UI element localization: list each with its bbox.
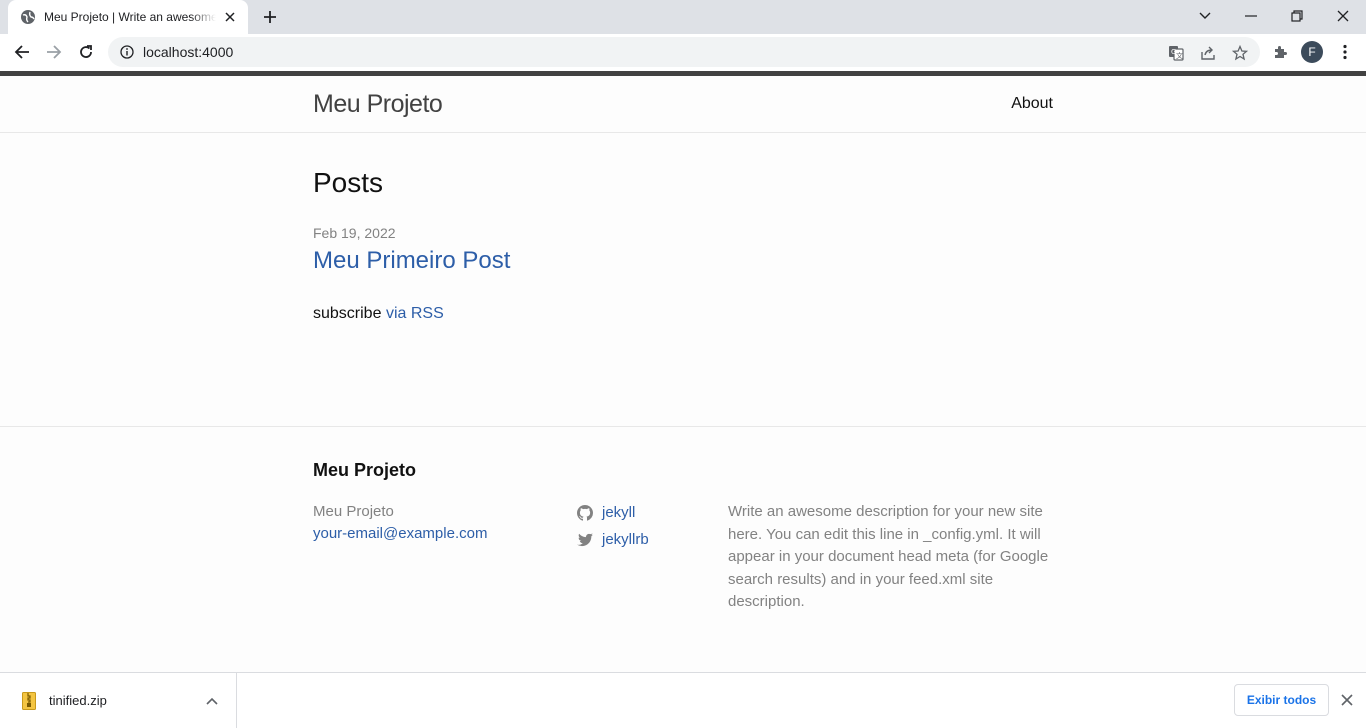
download-item[interactable]: tinified.zip [0, 673, 237, 728]
profile-avatar[interactable]: F [1301, 41, 1323, 63]
subscribe-text: subscribe [313, 305, 382, 322]
globe-icon [20, 9, 36, 25]
footer-contact: Meu Projeto your-email@example.com [313, 501, 487, 545]
close-window-icon[interactable] [1320, 0, 1366, 32]
footer-social: jekyll jekyllrb [576, 499, 649, 553]
back-icon[interactable] [8, 38, 36, 66]
twitter-item: jekyllrb [576, 526, 649, 553]
site-description: Write an awesome description for your ne… [728, 503, 1049, 610]
post-title-link[interactable]: Meu Primeiro Post [313, 247, 1053, 275]
post-date: Feb 19, 2022 [313, 225, 396, 241]
close-shelf-icon[interactable] [1336, 689, 1358, 711]
tab-strip: Meu Projeto | Write an awesome descripti… [0, 0, 1366, 34]
main-content: Posts Feb 19, 2022 Meu Primeiro Post sub… [313, 167, 1053, 323]
site-info-icon[interactable] [119, 44, 135, 60]
restore-icon[interactable] [1274, 0, 1320, 32]
rss-link[interactable]: via RSS [386, 305, 444, 322]
reload-icon[interactable] [72, 38, 100, 66]
svg-text:文: 文 [1176, 51, 1183, 60]
site-header: Meu Projeto About [0, 76, 1366, 133]
download-shelf: tinified.zip Exibir todos [0, 672, 1366, 728]
nav-about-link[interactable]: About [1011, 95, 1053, 113]
menu-kebab-icon[interactable] [1331, 38, 1359, 66]
tab-title: Meu Projeto | Write an awesome descripti… [44, 10, 216, 24]
github-item: jekyll [576, 499, 649, 526]
subscribe-line: subscribe via RSS [313, 305, 1053, 323]
show-all-downloads-button[interactable]: Exibir todos [1234, 684, 1329, 716]
tab-search-icon[interactable] [1182, 0, 1228, 32]
browser-tab[interactable]: Meu Projeto | Write an awesome descripti… [8, 0, 248, 34]
twitter-link[interactable]: jekyllrb [602, 531, 649, 548]
forward-icon[interactable] [40, 38, 68, 66]
github-icon [576, 504, 593, 521]
url-text: localhost:4000 [143, 44, 234, 60]
translate-icon[interactable]: G文 [1167, 44, 1185, 62]
footer-heading: Meu Projeto [313, 460, 417, 480]
close-tab-icon[interactable] [222, 9, 238, 25]
twitter-icon [576, 531, 593, 548]
chevron-up-icon[interactable] [200, 689, 224, 713]
footer-email-link[interactable]: your-email@example.com [313, 523, 487, 545]
zip-file-icon [21, 691, 37, 710]
new-tab-button[interactable] [258, 5, 282, 29]
browser-toolbar: localhost:4000 G文 F [0, 34, 1366, 71]
site-footer: Meu Projeto Meu Projeto your-email@examp… [0, 426, 1366, 672]
web-page: Meu Projeto About Posts Feb 19, 2022 Meu… [0, 71, 1366, 672]
share-icon[interactable] [1199, 44, 1217, 62]
footer-name: Meu Projeto [313, 503, 394, 520]
github-link[interactable]: jekyll [602, 504, 635, 521]
address-bar[interactable]: localhost:4000 G文 [108, 37, 1260, 67]
post-list-heading: Posts [313, 167, 384, 198]
site-title-link[interactable]: Meu Projeto [313, 90, 443, 119]
minimize-icon[interactable] [1228, 0, 1274, 32]
extensions-icon[interactable] [1266, 38, 1294, 66]
download-file-name: tinified.zip [49, 693, 107, 708]
bookmark-star-icon[interactable] [1231, 44, 1249, 62]
